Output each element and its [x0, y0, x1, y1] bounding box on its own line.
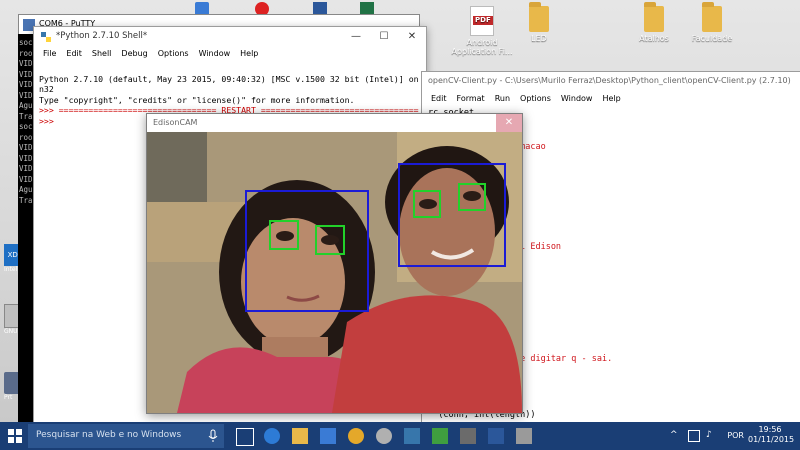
volume-icon[interactable]: ♪ [706, 430, 712, 440]
menu-format[interactable]: Format [452, 92, 490, 106]
eye-detection-box [413, 190, 441, 218]
store-icon[interactable] [320, 428, 336, 444]
chevron-up-icon[interactable]: ^ [670, 430, 678, 440]
camera-titlebar[interactable]: EdisonCAM ✕ [147, 114, 522, 132]
camera-taskbar-icon[interactable] [516, 428, 532, 444]
folder-icon [702, 2, 722, 32]
language-indicator[interactable]: POR [727, 431, 744, 440]
search-placeholder: Pesquisar na Web e no Windows [36, 430, 182, 440]
file-explorer-icon[interactable] [292, 428, 308, 444]
menu-shell[interactable]: Shell [87, 47, 117, 61]
shell-menubar: File Edit Shell Debug Options Window Hel… [34, 47, 426, 61]
editor-title: openCV-Client.py - C:\Users\Murilo Ferra… [428, 76, 791, 85]
desktop-icon-label: Faculdade [691, 34, 733, 43]
close-button[interactable]: ✕ [398, 27, 426, 47]
camera-window[interactable]: EdisonCAM ✕ [146, 113, 523, 414]
folder-icon [644, 2, 664, 32]
menu-edit[interactable]: Edit [61, 47, 87, 61]
app-icon[interactable] [432, 428, 448, 444]
menu-options[interactable]: Options [153, 47, 194, 61]
camera-title: EdisonCAM [153, 118, 198, 127]
menu-file[interactable]: File [38, 47, 61, 61]
app-icon[interactable] [376, 428, 392, 444]
windows-start-icon[interactable] [8, 429, 22, 443]
desktop-icon-label: LED [531, 34, 547, 43]
shell-title: *Python 2.7.10 Shell* [56, 31, 148, 41]
network-icon[interactable] [688, 430, 700, 442]
camera-feed [147, 132, 522, 413]
folder-icon [529, 2, 549, 32]
search-box[interactable]: Pesquisar na Web e no Windows [28, 424, 224, 448]
python-taskbar-icon[interactable] [404, 428, 420, 444]
menu-window[interactable]: Window [194, 47, 236, 61]
minimize-button[interactable]: — [342, 27, 370, 47]
eye-detection-box [315, 225, 345, 255]
maximize-button[interactable]: ☐ [370, 27, 398, 47]
menu-run[interactable]: Run [490, 92, 515, 106]
chrome-icon[interactable] [348, 428, 364, 444]
clock[interactable]: 19:56 01/11/2015 [748, 425, 795, 445]
pdf-file-icon [470, 6, 494, 36]
menu-options[interactable]: Options [515, 92, 556, 106]
shell-line: Python 2.7.10 (default, May 23 2015, 09:… [39, 73, 434, 84]
menu-edit[interactable]: Edit [426, 92, 452, 106]
putty-taskbar-icon[interactable] [460, 428, 476, 444]
taskbar: Pesquisar na Web e no Windows ^ ♪ POR 19… [0, 422, 800, 450]
system-tray: ^ ♪ POR 19:56 01/11/2015 [670, 422, 800, 450]
app-icon[interactable] [488, 428, 504, 444]
clock-date: 01/11/2015 [748, 435, 795, 444]
menu-debug[interactable]: Debug [116, 47, 152, 61]
desktop-icon-led[interactable]: LED [503, 2, 575, 43]
python-icon [41, 32, 51, 42]
menu-window[interactable]: Window [556, 92, 598, 106]
shell-line: n32 [39, 84, 54, 94]
desktop-icon-faculdade[interactable]: Faculdade [676, 2, 748, 43]
menu-help[interactable]: Help [235, 47, 263, 61]
editor-menubar: Edit Format Run Options Window Help [422, 92, 800, 106]
editor-titlebar[interactable]: openCV-Client.py - C:\Users\Murilo Ferra… [422, 72, 800, 92]
clock-time: 19:56 [758, 425, 782, 434]
eye-detection-box [269, 220, 299, 250]
menu-help[interactable]: Help [597, 92, 625, 106]
microphone-icon[interactable] [208, 429, 218, 443]
shell-line: Type "copyright", "credits" or "license(… [39, 94, 355, 105]
face-detection-box [245, 190, 369, 312]
eye-detection-box [458, 183, 486, 211]
close-button[interactable]: ✕ [496, 114, 522, 132]
shell-titlebar[interactable]: *Python 2.7.10 Shell* — ☐ ✕ [34, 27, 426, 47]
edge-icon[interactable] [264, 428, 280, 444]
task-view-icon[interactable] [236, 428, 254, 446]
